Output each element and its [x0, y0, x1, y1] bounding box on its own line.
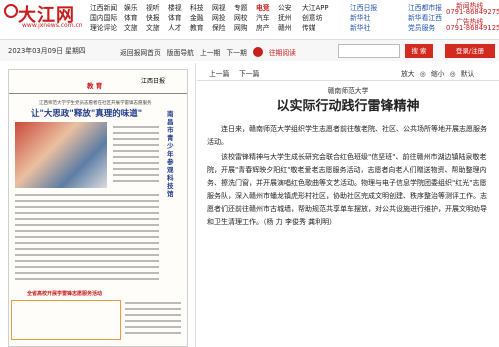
- nav-link[interactable]: 体育: [168, 12, 182, 22]
- nav-link[interactable]: 楼视: [168, 2, 182, 12]
- logo-url: www.jxnews.com.cn: [22, 22, 83, 29]
- site-logo[interactable]: 大江网 www.jxnews.com.cn: [4, 1, 86, 29]
- zoom-sep-icon: ◎: [419, 70, 426, 78]
- article-kicker: 赣南师范大学: [327, 87, 369, 95]
- ad-hotline-number: 0791-86849125: [446, 24, 499, 32]
- lead-headline[interactable]: 让"大思政"释放"真理的味道": [31, 107, 142, 119]
- nav-link[interactable]: 公安: [278, 2, 292, 12]
- nav-link[interactable]: 网购: [234, 22, 248, 32]
- side-headline[interactable]: 南昌市青少年参观科技馆: [167, 110, 177, 198]
- nav-link[interactable]: 文旅: [146, 22, 160, 32]
- nav-link[interactable]: 党员服务: [408, 22, 435, 32]
- nav-link[interactable]: 教育: [190, 22, 204, 32]
- nav-link[interactable]: 江西日报: [350, 2, 377, 12]
- back-home-link[interactable]: 返回报网首页: [120, 47, 161, 57]
- page-thumbnail-pane: 教 育 江西日报 江西师范大学学生党员志愿者在社区开展学雷锋志愿服务 让"大思政…: [0, 63, 196, 347]
- article-toolbar: 上一篇 下一篇 放大 ◎ 缩小 ◎ 默认: [197, 63, 499, 81]
- nav-link[interactable]: 娱乐: [124, 2, 138, 12]
- nav-link[interactable]: 大江APP: [302, 2, 328, 12]
- nav-link[interactable]: 体育: [124, 12, 138, 22]
- nav-link[interactable]: 赣州: [278, 22, 292, 32]
- article: 赣南师范大学 以实际行动践行雷锋精神 连日来，赣南师范大学组织学生志愿者前往敬老…: [197, 81, 499, 347]
- highlighted-article-box[interactable]: [11, 300, 121, 340]
- prev-article-link[interactable]: 上一篇: [209, 68, 229, 78]
- next-issue-link[interactable]: 下一期: [226, 47, 246, 57]
- nav-link[interactable]: 传媒: [302, 22, 316, 32]
- newspaper-page[interactable]: 教 育 江西日报 江西师范大学学生党员志愿者在社区开展学雷锋志愿服务 让"大思政…: [8, 69, 188, 347]
- past-issues-link[interactable]: 往期阅读: [269, 47, 296, 57]
- nav-link[interactable]: 新华社: [350, 12, 370, 22]
- nav-link[interactable]: 理论评论: [90, 22, 117, 32]
- zoom-out-button[interactable]: 缩小: [431, 70, 445, 78]
- login-button[interactable]: 登录/注册: [445, 44, 495, 58]
- top-nav: 江西新闻 国内国际 理论评论 娱乐 体育 文旅 视听 快报 文旅 楼视 体育 人…: [88, 0, 408, 33]
- lead-kicker: 江西师范大学学生党员志愿者在社区开展学雷锋志愿服务: [39, 101, 152, 106]
- search-input[interactable]: [338, 44, 400, 58]
- search-button[interactable]: 搜 索: [405, 44, 433, 58]
- nav-link[interactable]: 保险: [212, 22, 226, 32]
- nav-link[interactable]: 抚州: [278, 12, 292, 22]
- hotline-number: 0791-86849275: [446, 8, 499, 16]
- calendar-icon: [252, 47, 263, 57]
- nav-link[interactable]: 金融: [190, 12, 204, 22]
- nav-link[interactable]: 新华看江西: [408, 12, 442, 22]
- article-paragraph: 该校雷锋精神与大学生成长研究会联合红色班级"信坚班"、前往赣州市湖边镇陆泉敬老院…: [207, 153, 487, 226]
- nav-link[interactable]: 房产: [256, 22, 270, 32]
- nav-link[interactable]: 科技: [190, 2, 204, 12]
- next-article-link[interactable]: 下一篇: [239, 68, 259, 78]
- article-pane: 上一篇 下一篇 放大 ◎ 缩小 ◎ 默认 赣南师范大学 以实际行动践行雷锋精神 …: [197, 63, 499, 347]
- lead-photo: [15, 122, 107, 188]
- zoom-controls: 放大 ◎ 缩小 ◎ 默认: [401, 68, 474, 78]
- sub-headline[interactable]: 全省高校开展学雷锋志愿服务活动: [27, 290, 102, 297]
- nav-link[interactable]: 汽车: [256, 12, 270, 22]
- nav-link[interactable]: 国内国际: [90, 12, 117, 22]
- nav-link[interactable]: 电竞: [256, 2, 270, 12]
- nav-link[interactable]: 新华社: [350, 22, 370, 32]
- nav-link[interactable]: 江西都市报: [408, 2, 442, 12]
- logo-mark-icon: [4, 4, 18, 18]
- nav-link[interactable]: 文旅: [124, 22, 138, 32]
- nav-link[interactable]: 专题: [234, 2, 248, 12]
- paper-masthead: 江西日报: [141, 78, 166, 85]
- zoom-reset-button[interactable]: 默认: [461, 70, 475, 78]
- article-title: 以实际行动践行雷锋精神: [276, 99, 420, 114]
- nav-link[interactable]: 江西新闻: [90, 2, 117, 12]
- nav-link[interactable]: 视听: [146, 2, 160, 12]
- nav-link[interactable]: 快报: [146, 12, 160, 22]
- nav-link[interactable]: 网视: [212, 2, 226, 12]
- right-links: 江西都市报 新华看江西 党员服务 新闻热线 0791-86849275 广告热线…: [408, 0, 499, 33]
- zoom-sep-icon: ◎: [449, 70, 456, 78]
- nav-link[interactable]: 网投: [212, 12, 226, 22]
- page-section-name: 教 育: [87, 82, 103, 90]
- nav-link[interactable]: 创意坊: [302, 12, 322, 22]
- nav-link[interactable]: 人才: [168, 22, 182, 32]
- issue-nav: 返回报网首页 版面导航 上一期 下一期 往期阅读: [120, 44, 296, 60]
- layout-nav-link[interactable]: 版面导航: [167, 47, 194, 57]
- nav-link[interactable]: 网校: [234, 12, 248, 22]
- prev-issue-link[interactable]: 上一期: [200, 47, 220, 57]
- article-paragraph: 连日来，赣南师范大学组织学生志愿者前往敬老院、社区、公共场所等地开展志愿服务活动…: [207, 125, 487, 146]
- zoom-in-button[interactable]: 放大: [401, 70, 415, 78]
- issue-date: 2023年03月09日 星期四: [8, 47, 86, 55]
